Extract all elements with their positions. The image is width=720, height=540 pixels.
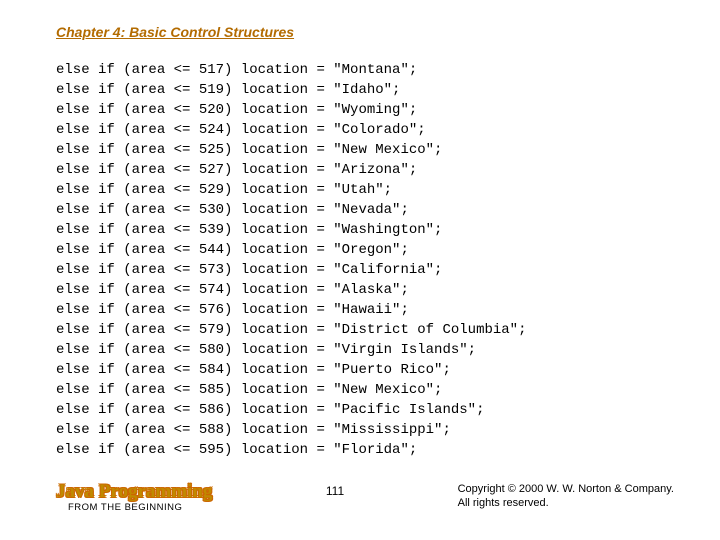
copyright-block: Copyright © 2000 W. W. Norton & Company.… — [458, 482, 674, 512]
slide-page: Chapter 4: Basic Control Structures else… — [0, 0, 720, 540]
copyright-line-2: All rights reserved. — [458, 497, 549, 509]
footer: Java Programming FROM THE BEGINNING 111 … — [56, 482, 674, 513]
book-subtitle: FROM THE BEGINNING — [68, 503, 212, 513]
page-number: 111 — [326, 484, 344, 498]
book-title-block: Java Programming FROM THE BEGINNING — [56, 482, 212, 513]
code-block: else if (area <= 517) location = "Montan… — [56, 60, 674, 460]
chapter-title: Chapter 4: Basic Control Structures — [56, 24, 674, 40]
copyright-line-1: Copyright © 2000 W. W. Norton & Company. — [458, 483, 674, 495]
book-title: Java Programming — [56, 482, 212, 501]
